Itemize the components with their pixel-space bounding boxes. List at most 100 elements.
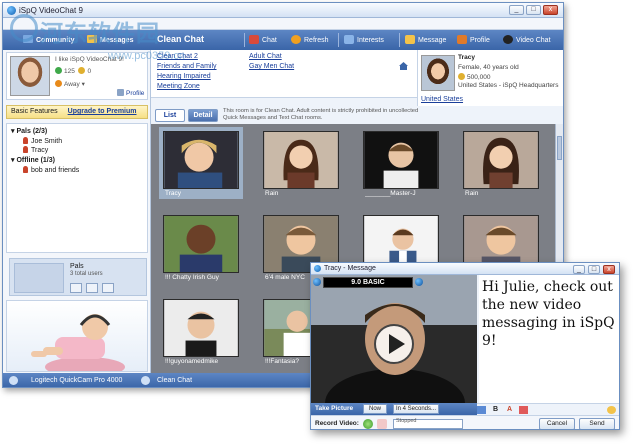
refresh-button[interactable]: Refresh	[291, 35, 329, 44]
user-photo	[163, 131, 239, 189]
take-delayed-button[interactable]: In 4 Seconds...	[393, 404, 439, 414]
buddy-item[interactable]: bob and friends	[23, 166, 79, 174]
font-color-button[interactable]: A	[505, 406, 514, 414]
cancel-button[interactable]: Cancel	[539, 418, 575, 429]
version-badge: 9.0 BASIC	[323, 277, 413, 288]
user-photo	[163, 299, 239, 357]
video-message-pane[interactable]: 9.0 BASIC	[311, 275, 477, 403]
interests-button[interactable]: Interests	[344, 35, 384, 44]
tab-list[interactable]: List	[155, 109, 185, 122]
message-title-bar[interactable]: Tracy - Message _ □ x	[311, 263, 619, 275]
selected-user-name: Tracy	[458, 54, 475, 61]
watermark-logo	[10, 14, 38, 42]
user-tile[interactable]: !!! Chatty Irish Guy	[159, 211, 243, 283]
tab-detail[interactable]: Detail	[188, 109, 218, 122]
room-link[interactable]: Gay Men Chat	[249, 63, 294, 70]
profile-toolbar-button[interactable]: Profile	[457, 35, 490, 44]
refresh-icon	[291, 35, 301, 44]
buddy-item[interactable]: Joe Smith	[23, 137, 62, 145]
group-add-button[interactable]	[70, 283, 82, 293]
emoticon-icon[interactable]	[477, 406, 486, 414]
chat-button[interactable]: Chat	[249, 35, 277, 44]
close-button[interactable]: x	[603, 265, 615, 274]
buddy-item[interactable]: Tracy	[23, 146, 48, 154]
message-text-area[interactable]: Hi Julie, check out the new video messag…	[479, 275, 619, 403]
user-tile[interactable]: _______Master-J	[359, 127, 443, 199]
close-button[interactable]: x	[543, 5, 558, 15]
smiley-icon[interactable]	[607, 406, 616, 414]
my-webcam-preview	[6, 300, 148, 372]
stop-button[interactable]	[377, 419, 387, 429]
watermark-text: 河东软件园	[40, 20, 160, 46]
my-points: 125 0	[55, 67, 91, 75]
user-name: _______Master-J	[365, 190, 416, 197]
bold-button[interactable]: B	[491, 406, 500, 414]
record-button[interactable]	[363, 419, 373, 429]
envelope-icon	[405, 35, 415, 44]
globe-icon	[415, 278, 423, 286]
upgrade-link[interactable]: Upgrade to Premium	[68, 108, 137, 115]
room-link[interactable]: Hearing Impaired	[157, 73, 211, 80]
group-offline[interactable]: ▾ Offline (1/3)	[11, 156, 55, 164]
webcam-person-image	[31, 314, 125, 371]
left-panel: Community Messages I like iSpQ VideoChat…	[3, 30, 151, 373]
room-link[interactable]: Friends and Family	[157, 63, 217, 70]
profile-icon	[117, 89, 124, 96]
user-name: Tracy	[165, 190, 182, 197]
record-state: Stopped	[396, 418, 417, 424]
user-name: Rain	[265, 190, 279, 197]
group-box: Pals 3 total users	[9, 258, 147, 296]
away-icon	[55, 80, 62, 87]
maximize-button[interactable]: □	[588, 265, 600, 274]
room-notice: This room is for Clean Chat. Adult conte…	[223, 108, 419, 121]
camera-icon[interactable]	[9, 376, 18, 385]
user-tile[interactable]: Tracy	[159, 127, 243, 199]
user-name: Rain	[465, 190, 479, 197]
record-progress: Stopped	[393, 418, 463, 429]
scrollbar-thumb[interactable]	[557, 136, 562, 160]
message-button[interactable]: Message	[405, 35, 446, 44]
status-selector[interactable]: Away ▾	[55, 80, 85, 88]
play-icon[interactable]	[373, 323, 415, 365]
user-tile[interactable]: !!!guyonamedmike	[159, 295, 243, 367]
room-list: Clean Chat 2 Friends and Family Hearing …	[151, 50, 417, 98]
app-icon	[314, 265, 321, 272]
chat-icon	[249, 35, 259, 44]
group-edit-button[interactable]	[86, 283, 98, 293]
view-tabs-bar: List Detail This room is for Clean Chat.…	[151, 106, 563, 124]
minimize-button[interactable]: _	[509, 5, 524, 15]
record-video-label: Record Video:	[315, 420, 359, 427]
smiley-icon	[55, 67, 62, 74]
app-icon	[7, 6, 16, 15]
take-now-button[interactable]: Now	[363, 404, 387, 414]
send-button[interactable]: Send	[579, 418, 615, 429]
selected-user-profile: Tracy Female, 40 years old 500,000 Unite…	[417, 50, 563, 106]
camera-selector[interactable]: Logitech QuickCam Pro 4000	[31, 377, 122, 384]
profile-button[interactable]: Profile	[117, 89, 144, 97]
user-name: !!!guyonamedmike	[165, 358, 219, 365]
group-image	[14, 263, 64, 293]
home-icon[interactable]	[399, 62, 408, 70]
country-link[interactable]: United States	[421, 96, 463, 103]
user-tile[interactable]: Rain	[259, 127, 343, 199]
room-link[interactable]: Meeting Zone	[157, 83, 200, 90]
user-tile[interactable]: Rain	[459, 127, 543, 199]
basic-features-bar: Basic Features Upgrade to Premium	[6, 105, 148, 119]
coin-icon	[78, 67, 86, 74]
basic-features-label: Basic Features	[11, 108, 58, 115]
minimize-button[interactable]: _	[573, 265, 585, 274]
room-link[interactable]: Adult Chat	[249, 53, 282, 60]
profile-icon	[457, 35, 467, 44]
user-photo	[363, 131, 439, 189]
buddy-list: ▾ Pals (2/3) Joe Smith Tracy ▾ Offline (…	[6, 123, 148, 253]
group-pals[interactable]: ▾ Pals (2/3)	[11, 127, 47, 135]
message-window-title: Tracy - Message	[324, 265, 376, 272]
maximize-button[interactable]: □	[526, 5, 541, 15]
selected-user-avatar[interactable]	[421, 55, 455, 91]
user-photo	[463, 131, 539, 189]
flag-icon[interactable]	[519, 406, 528, 414]
room-title: Clean Chat	[157, 34, 205, 44]
group-delete-button[interactable]	[102, 283, 114, 293]
video-chat-button[interactable]: Video Chat	[503, 35, 551, 44]
my-avatar[interactable]	[10, 56, 50, 96]
